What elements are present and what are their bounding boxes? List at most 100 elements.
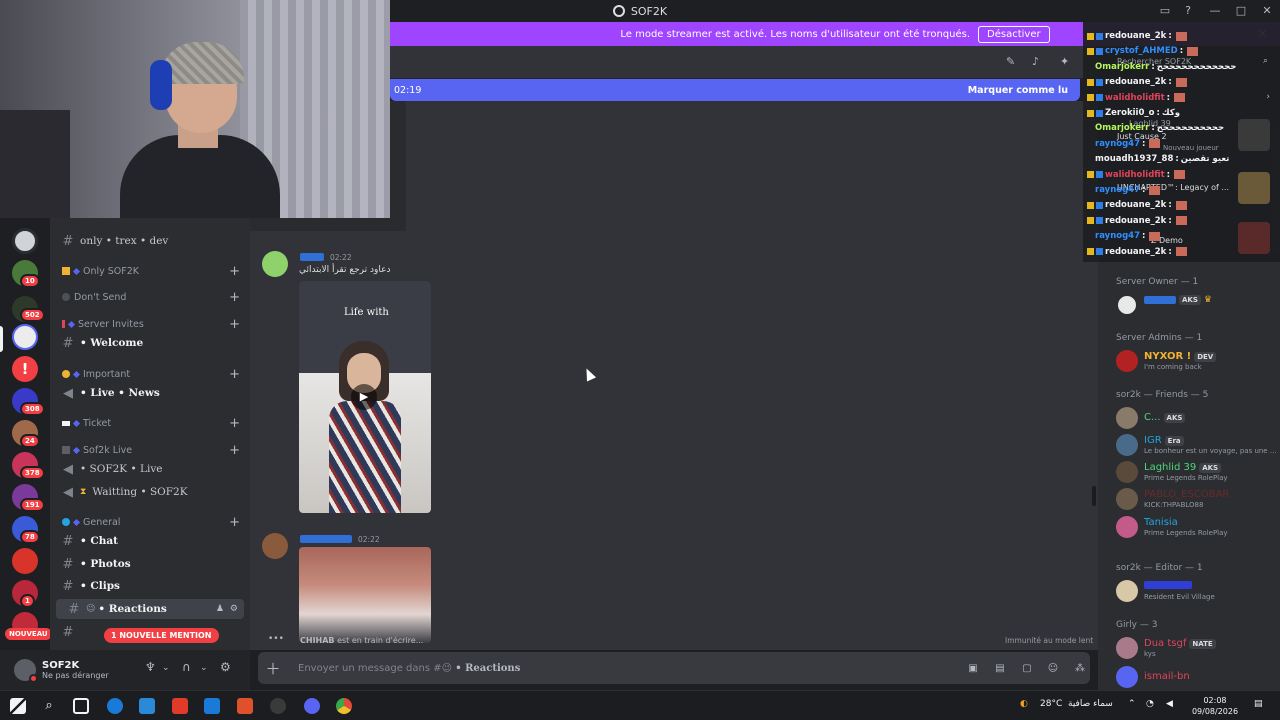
download-icon[interactable]	[204, 698, 220, 714]
chat-username[interactable]: Omarjokerr	[1095, 123, 1149, 133]
avatar[interactable]	[262, 251, 288, 277]
category-server-invites[interactable]: Server Invites +	[50, 316, 250, 332]
add-channel-icon[interactable]: +	[229, 264, 240, 279]
server-icon-sof2k[interactable]	[12, 324, 38, 350]
voice-channel-waitting[interactable]: ◀ ⧗ Waitting • SOF2K	[50, 482, 250, 502]
add-channel-icon[interactable]: +	[229, 416, 240, 431]
chat-username[interactable]: raynog47	[1095, 185, 1140, 195]
chat-username[interactable]: Omarjokerr	[1095, 62, 1149, 72]
alert-icon[interactable]: !	[12, 356, 38, 382]
chat-username[interactable]: raynog47	[1095, 231, 1140, 241]
edge-icon[interactable]	[107, 698, 123, 714]
category-dont-send[interactable]: Don't Send +	[50, 289, 250, 305]
game-thumbnail[interactable]	[1238, 172, 1270, 204]
obs-icon[interactable]	[270, 698, 286, 714]
volume-icon[interactable]: ◀	[1166, 699, 1173, 709]
disable-streamer-button[interactable]: Désactiver	[978, 25, 1050, 43]
add-channel-icon[interactable]: +	[229, 367, 240, 382]
add-channel-icon[interactable]: +	[229, 515, 240, 530]
chat-username[interactable]: walidholidfit	[1105, 170, 1165, 180]
threads-icon[interactable]: ✎	[1006, 55, 1015, 68]
member-dua[interactable]: Dua tsgf NATE kys	[1116, 635, 1276, 661]
discord-icon[interactable]	[304, 698, 320, 714]
server-icon[interactable]	[12, 548, 38, 574]
pin-icon[interactable]: ✦	[1060, 55, 1069, 68]
chat-username[interactable]: redouane_2k	[1105, 200, 1166, 210]
member-pablo[interactable]: PABLO_ESCOBAR KICK:THPABLO88	[1116, 486, 1276, 512]
task-view-icon[interactable]	[73, 698, 89, 714]
message-author[interactable]	[300, 535, 352, 543]
play-icon[interactable]: ▶	[351, 384, 377, 410]
member-laghlid[interactable]: Laghlid 39 AKS Prime Legends RolePlay	[1116, 459, 1276, 485]
member-igr[interactable]: IGR Era Le bonheur est un voyage, pas une…	[1116, 432, 1277, 458]
microphone-icon[interactable]: ♆	[145, 660, 156, 674]
help-icon[interactable]: ?	[1181, 4, 1195, 18]
chat-username[interactable]: Zerokii0_o	[1105, 108, 1154, 118]
chat-scrollbar[interactable]	[1092, 486, 1096, 506]
category-general[interactable]: General +	[50, 514, 250, 530]
chat-username[interactable]: crystof_AHMED	[1105, 46, 1178, 56]
inbox-icon[interactable]: ▭	[1158, 4, 1172, 18]
new-messages-bar[interactable]: 02:19 Marquer comme lu	[390, 79, 1080, 101]
avatar[interactable]	[262, 533, 288, 559]
chat-username[interactable]: redouane_2k	[1105, 247, 1166, 257]
app-icon[interactable]	[172, 698, 188, 714]
chat-username[interactable]: walidholidfit	[1105, 93, 1165, 103]
channel-chat[interactable]: # • Chat	[50, 531, 250, 551]
category-only-sof2k[interactable]: Only SOF2K +	[50, 263, 250, 279]
avatar[interactable]	[14, 659, 38, 683]
voice-channel-sof2k-live[interactable]: ◀ • SOF2K • Live	[50, 459, 250, 479]
add-attachment-icon[interactable]: ＋	[258, 658, 288, 679]
gif-icon[interactable]: ▤	[994, 663, 1006, 675]
notifications-icon[interactable]: ▤	[1254, 699, 1263, 709]
chat-username[interactable]: mouadh1937_88	[1095, 154, 1173, 164]
clock[interactable]: 02:08 09/08/2026	[1190, 695, 1240, 717]
channel-photos[interactable]: # • Photos	[50, 554, 250, 574]
wifi-icon[interactable]: ◔	[1146, 699, 1154, 709]
member-tanisia[interactable]: Tanisia Prime Legends RolePlay	[1116, 514, 1276, 540]
gift-icon[interactable]: ▣	[967, 663, 979, 675]
message-input[interactable]: Envoyer un message dans #😉 • Reactions	[298, 663, 520, 674]
message-author[interactable]	[300, 253, 324, 261]
add-channel-icon[interactable]: +	[229, 290, 240, 305]
maximize-icon[interactable]: □	[1228, 0, 1254, 22]
settings-icon[interactable]: ⚙	[220, 660, 231, 674]
sticker-icon[interactable]: ▢	[1021, 663, 1033, 675]
message-composer[interactable]: ＋ Envoyer un message dans #😉 • Reactions	[258, 652, 1090, 684]
emoji-icon[interactable]: ☺	[1047, 663, 1059, 675]
store-icon[interactable]	[139, 698, 155, 714]
channel-reactions[interactable]: # 😉 • Reactions ♟ ⚙	[56, 599, 244, 619]
chevron-right-icon[interactable]: ›	[1266, 92, 1270, 102]
bell-icon[interactable]: ♪	[1032, 55, 1039, 68]
channel-clips[interactable]: # • Clips	[50, 576, 250, 596]
mark-as-read-button[interactable]: Marquer comme lu	[968, 85, 1068, 96]
chat-username[interactable]: raynog47	[1095, 139, 1140, 149]
category-important[interactable]: Important +	[50, 366, 250, 382]
add-channel-icon[interactable]: +	[229, 443, 240, 458]
member-c[interactable]: C... AKS	[1116, 405, 1276, 431]
member-nyxor[interactable]: NYXOR ! DEV I'm coming back	[1116, 348, 1276, 374]
member-owner[interactable]: AKS ♛	[1116, 292, 1276, 318]
chevron-down-icon[interactable]: ⌄	[162, 663, 170, 673]
category-sof2k-live[interactable]: Sof2k Live +	[50, 442, 250, 458]
new-mention-pill[interactable]: 1 NOUVELLE MENTION	[104, 628, 219, 643]
chat-username[interactable]: redouane_2k	[1105, 77, 1166, 87]
windows-start-icon[interactable]	[10, 698, 26, 714]
search-icon[interactable]: ⌕	[1263, 56, 1268, 66]
server-icon[interactable]	[12, 228, 38, 254]
channel-welcome[interactable]: # • Welcome	[50, 333, 250, 353]
minimize-icon[interactable]: —	[1202, 0, 1228, 22]
game-thumbnail[interactable]	[1238, 119, 1270, 151]
chevron-down-icon[interactable]: ⌄	[200, 663, 208, 673]
tray-chevron-icon[interactable]: ⌃	[1128, 699, 1136, 709]
brave-icon[interactable]	[237, 698, 253, 714]
channel-only-trex-dev[interactable]: # only • trex • dev	[50, 231, 250, 251]
add-channel-icon[interactable]: +	[229, 317, 240, 332]
image-attachment[interactable]	[299, 547, 431, 643]
chat-username[interactable]: redouane_2k	[1105, 31, 1166, 41]
channel-live-news[interactable]: ◀ • Live • News	[50, 383, 250, 403]
headphones-icon[interactable]: ∩	[182, 660, 191, 674]
member-editor[interactable]: Resident Evil Village	[1116, 578, 1276, 604]
member-ismail[interactable]: ismail-bn	[1116, 664, 1276, 690]
video-attachment[interactable]: Life with ▶	[299, 281, 431, 513]
